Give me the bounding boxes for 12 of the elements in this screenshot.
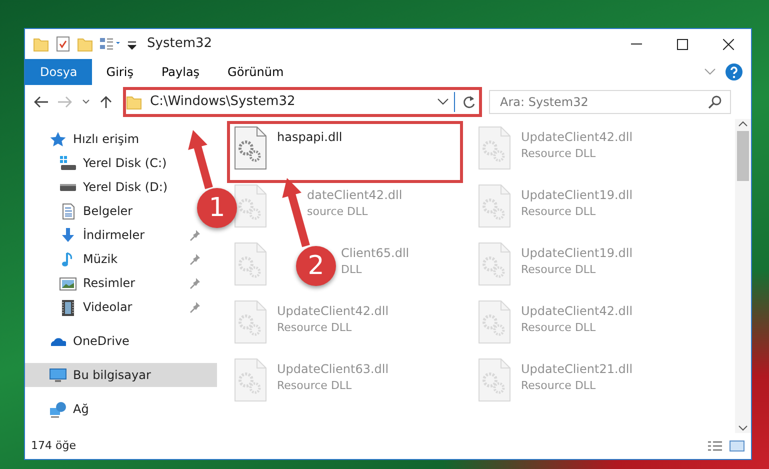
file-type: Resource DLL: [277, 378, 353, 394]
file-type: Resource DLL: [521, 378, 597, 394]
item-count: 174 öğe: [31, 438, 76, 454]
file-type: Resource DLL: [521, 146, 597, 162]
file-type: Resource DLL: [521, 320, 597, 336]
file-type: source DLL: [307, 204, 369, 220]
file-type: Resource DLL: [521, 204, 597, 220]
file-name: haspapi.dll: [277, 129, 342, 146]
file-type: Resource DLL: [277, 320, 353, 336]
file-type: Resource DLL: [521, 262, 597, 278]
file-type: DLL: [341, 262, 363, 278]
window-title: System32: [147, 35, 212, 54]
